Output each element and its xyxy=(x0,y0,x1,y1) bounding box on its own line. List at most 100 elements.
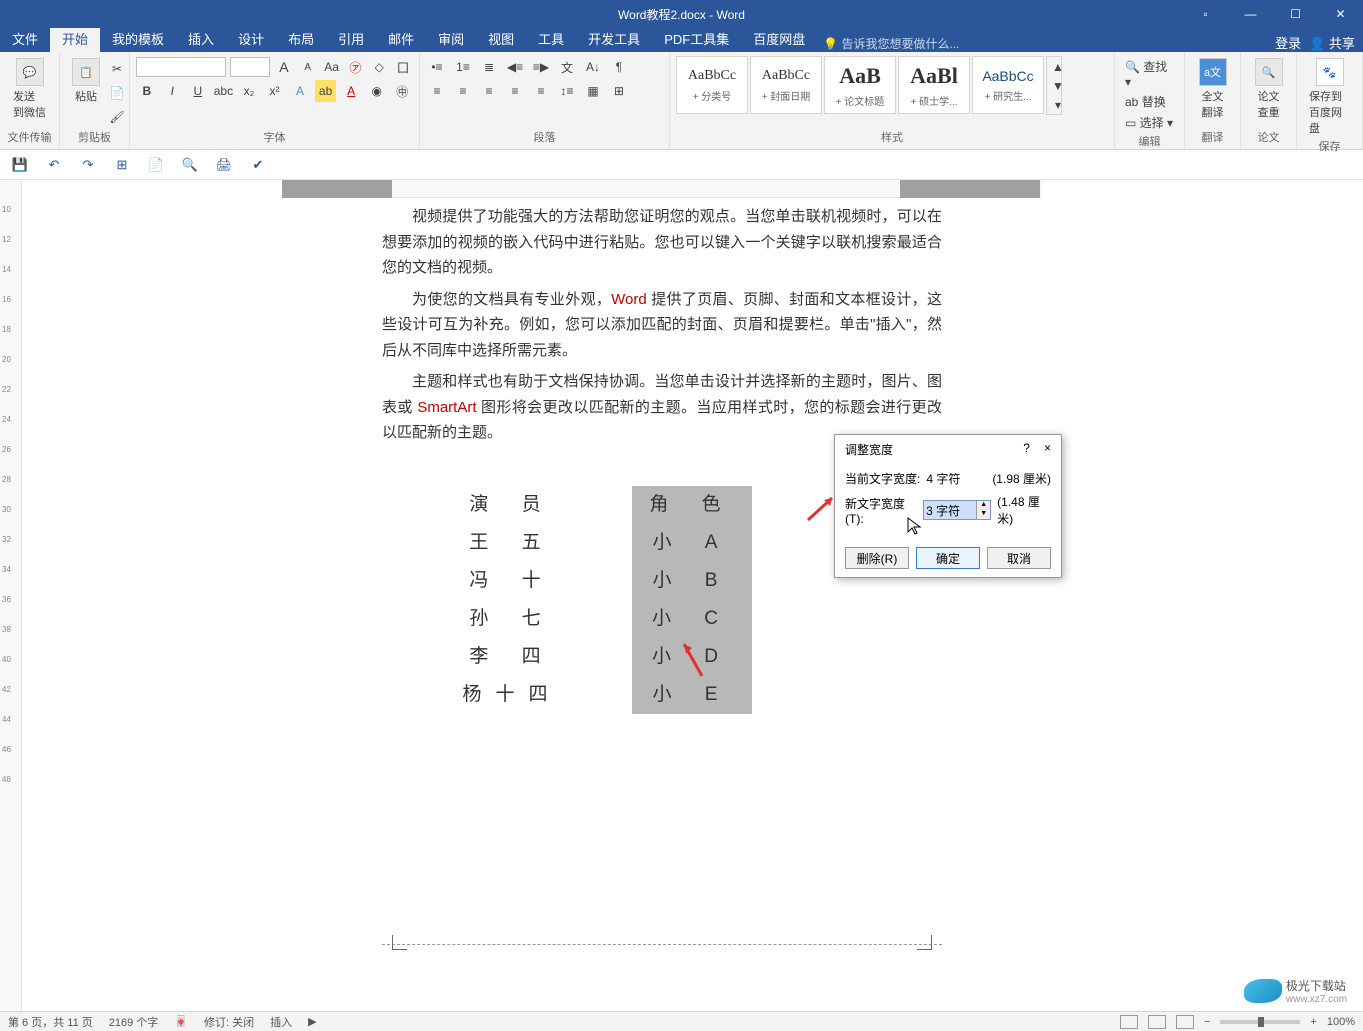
styles-gallery[interactable]: AaBbCc+ 分类号 AaBbCc+ 封面日期 AaB+ 论文标题 AaBl+… xyxy=(676,56,1108,115)
insert-mode[interactable]: 插入 xyxy=(270,1014,292,1030)
close-icon[interactable]: ✕ xyxy=(1318,0,1363,28)
tab-home[interactable]: 开始 xyxy=(50,25,100,52)
numbering-button[interactable]: 1≡ xyxy=(452,56,474,78)
copy-button[interactable]: 📄 xyxy=(106,82,128,104)
text-effects-button[interactable]: A xyxy=(289,80,311,102)
show-marks-button[interactable]: ¶ xyxy=(608,56,630,78)
print-button[interactable]: 🖨 xyxy=(214,155,234,175)
style-item[interactable]: AaB+ 论文标题 xyxy=(824,56,896,114)
multilevel-button[interactable]: ≣ xyxy=(478,56,500,78)
tab-developer[interactable]: 开发工具 xyxy=(576,25,652,52)
document-area[interactable]: 视频提供了功能强大的方法帮助您证明您的观点。当您单击联机视频时，可以在想要添加的… xyxy=(22,198,1363,1011)
save-button[interactable]: 💾 xyxy=(10,155,30,175)
page-count[interactable]: 第 6 页，共 11 页 xyxy=(8,1014,93,1030)
enclose-char-button[interactable]: ㊥ xyxy=(391,80,413,102)
spellcheck-button[interactable]: ✔ xyxy=(248,155,268,175)
paste-button[interactable]: 📋粘贴 xyxy=(66,56,106,128)
align-right-button[interactable]: ≡ xyxy=(478,80,500,102)
redo-button[interactable]: ↷ xyxy=(78,155,98,175)
align-center-button[interactable]: ≡ xyxy=(452,80,474,102)
subscript-button[interactable]: x₂ xyxy=(238,80,260,102)
tab-tools[interactable]: 工具 xyxy=(526,25,576,52)
print-layout-button[interactable] xyxy=(1148,1015,1166,1029)
tab-design[interactable]: 设计 xyxy=(226,25,276,52)
vertical-ruler[interactable]: 1012 1416 1820 2224 2628 3032 3436 3840 … xyxy=(0,180,22,1011)
distribute-button[interactable]: ≡ xyxy=(530,80,552,102)
share-button[interactable]: 👤 共享 xyxy=(1309,33,1355,52)
spinner-up[interactable]: ▲ xyxy=(977,501,990,510)
strike-button[interactable]: abc xyxy=(213,80,235,102)
select-button[interactable]: ▭ 选择 ▾ xyxy=(1125,114,1174,131)
char-shading-button[interactable]: ◉ xyxy=(366,80,388,102)
increase-indent-button[interactable]: ≡▶ xyxy=(530,56,552,78)
borders-button[interactable]: ⊞ xyxy=(608,80,630,102)
save-baidu-button[interactable]: 🐾保存到 百度网盘 xyxy=(1303,56,1356,138)
tab-review[interactable]: 审阅 xyxy=(426,25,476,52)
word-count[interactable]: 2169 个字 xyxy=(109,1014,159,1030)
tab-view[interactable]: 视图 xyxy=(476,25,526,52)
dialog-close-button[interactable]: × xyxy=(1044,441,1051,458)
tab-insert[interactable]: 插入 xyxy=(176,25,226,52)
shading-button[interactable]: ▦ xyxy=(582,80,604,102)
style-item[interactable]: AaBbCc+ 封面日期 xyxy=(750,56,822,114)
underline-button[interactable]: U xyxy=(187,80,209,102)
undo-button[interactable]: ↶ xyxy=(44,155,64,175)
style-item[interactable]: AaBbCc+ 研究生... xyxy=(972,56,1044,114)
web-layout-button[interactable] xyxy=(1176,1015,1194,1029)
format-painter-button[interactable]: 🖌 xyxy=(106,106,128,128)
zoom-level[interactable]: 100% xyxy=(1327,1016,1355,1028)
style-item[interactable]: AaBbCc+ 分类号 xyxy=(676,56,748,114)
new-button[interactable]: 📄 xyxy=(146,155,166,175)
tab-baidu[interactable]: 百度网盘 xyxy=(741,25,817,52)
tab-pdf[interactable]: PDF工具集 xyxy=(652,25,741,52)
macro-indicator[interactable]: ▶ xyxy=(308,1015,316,1028)
italic-button[interactable]: I xyxy=(162,80,184,102)
tab-layout[interactable]: 布局 xyxy=(276,25,326,52)
login-link[interactable]: 登录 xyxy=(1275,33,1301,52)
phonetic-guide-button[interactable]: ㋐ xyxy=(345,56,365,78)
styles-scroll-down[interactable]: ▼ xyxy=(1047,76,1069,95)
tab-file[interactable]: 文件 xyxy=(0,25,50,52)
font-color-button[interactable]: A xyxy=(340,80,362,102)
tell-me-input[interactable]: 💡 告诉我您想要做什么... xyxy=(817,35,965,52)
style-item[interactable]: AaBl+ 硕士学... xyxy=(898,56,970,114)
find-button[interactable]: 🔍 查找 ▾ xyxy=(1125,58,1174,89)
char-border-button[interactable]: 囗 xyxy=(393,56,413,78)
text-direction-button[interactable]: 文 xyxy=(556,56,578,78)
cut-button[interactable]: ✂ xyxy=(106,58,128,80)
print-preview-button[interactable]: 🔍 xyxy=(180,155,200,175)
font-size-select[interactable] xyxy=(230,57,270,77)
shrink-font-button[interactable]: A xyxy=(298,56,318,78)
language-indicator[interactable]: 🀄 xyxy=(174,1015,188,1028)
change-case-button[interactable]: Aa xyxy=(322,56,342,78)
styles-expand[interactable]: ▾ xyxy=(1047,95,1069,114)
read-mode-button[interactable] xyxy=(1120,1015,1138,1029)
zoom-slider[interactable] xyxy=(1220,1020,1300,1024)
delete-button[interactable]: 删除(R) xyxy=(845,547,909,569)
zoom-in-button[interactable]: + xyxy=(1310,1016,1316,1028)
horizontal-ruler[interactable] xyxy=(282,180,1042,198)
tab-references[interactable]: 引用 xyxy=(326,25,376,52)
ok-button[interactable]: 确定 xyxy=(916,547,980,569)
bullets-button[interactable]: •≡ xyxy=(426,56,448,78)
justify-button[interactable]: ≡ xyxy=(504,80,526,102)
track-changes-status[interactable]: 修订: 关闭 xyxy=(204,1014,254,1030)
bold-button[interactable]: B xyxy=(136,80,158,102)
clear-format-button[interactable]: ◇ xyxy=(369,56,389,78)
superscript-button[interactable]: x² xyxy=(264,80,286,102)
align-left-button[interactable]: ≡ xyxy=(426,80,448,102)
tab-mailings[interactable]: 邮件 xyxy=(376,25,426,52)
sort-button[interactable]: A↓ xyxy=(582,56,604,78)
touch-mode-button[interactable]: ⊞ xyxy=(112,155,132,175)
ribbon-options-icon[interactable]: ▫ xyxy=(1183,0,1228,28)
maximize-icon[interactable]: ☐ xyxy=(1273,0,1318,28)
decrease-indent-button[interactable]: ◀≡ xyxy=(504,56,526,78)
spinner-down[interactable]: ▼ xyxy=(977,510,990,519)
cancel-button[interactable]: 取消 xyxy=(987,547,1051,569)
grow-font-button[interactable]: A xyxy=(274,56,294,78)
dialog-help-button[interactable]: ? xyxy=(1023,441,1030,458)
line-spacing-button[interactable]: ↕≡ xyxy=(556,80,578,102)
styles-scroll-up[interactable]: ▲ xyxy=(1047,57,1069,76)
new-width-input[interactable] xyxy=(924,501,976,519)
replace-button[interactable]: ab 替换 xyxy=(1125,93,1174,110)
